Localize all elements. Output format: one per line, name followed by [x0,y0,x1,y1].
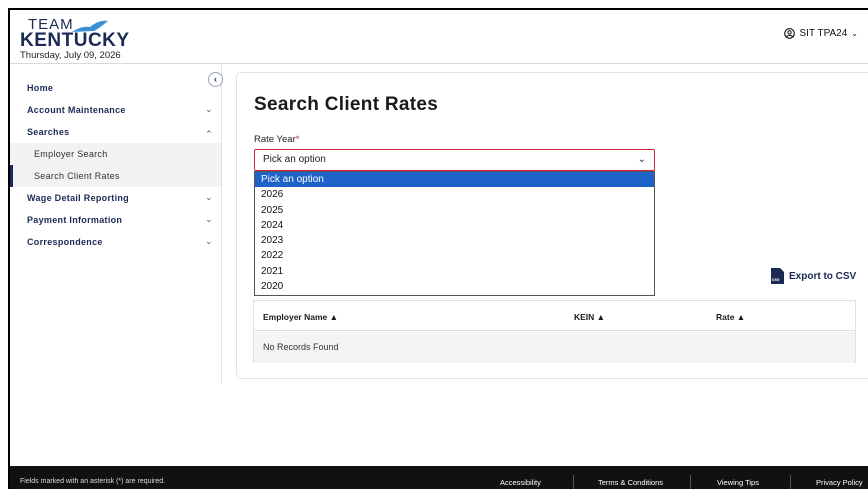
empty-state-text: No Records Found [263,342,339,352]
footer: Fields marked with an asterisk (*) are r… [10,466,868,489]
footer-divider [690,475,691,489]
user-name: SIT TPA24 [799,28,848,39]
rate-year-option[interactable]: 2021 [255,264,654,279]
footer-divider [573,475,574,489]
chevron-down-icon: ⌄ [205,236,213,246]
footer-divider [790,475,791,489]
collapse-sidebar-button[interactable]: ‹ [208,72,223,87]
table-header: Employer Name ▲ KEIN ▲ Rate ▲ [254,301,855,331]
rate-year-option[interactable]: Pick an option [255,172,654,188]
chevron-down-icon: ⌄ [205,192,213,202]
results-table: Employer Name ▲ KEIN ▲ Rate ▲ No Records… [253,300,856,363]
chevron-up-icon: ⌃ [205,129,213,139]
current-date: Thursday, July 09, 2026 [20,50,121,61]
footer-link-accessibility[interactable]: Accessibility [500,478,541,487]
rate-year-option[interactable]: 2025 [255,203,654,218]
sidebar-item-home[interactable]: Home [10,77,221,99]
rate-year-label: Rate Year* [254,134,300,145]
sidebar-item-label: Home [27,83,54,93]
footer-link-privacy-policy[interactable]: Privacy Policy [816,478,863,487]
rate-year-option[interactable]: 2026 [255,187,654,202]
chevron-down-icon: ⌄ [851,29,858,38]
sidebar-item-label: Employer Search [34,149,108,159]
column-header-rate[interactable]: Rate ▲ [716,312,745,322]
sidebar-item-wage-detail-reporting[interactable]: Wage Detail Reporting ⌄ [10,187,221,209]
sidebar-item-label: Wage Detail Reporting [27,193,129,203]
sidebar-item-employer-search[interactable]: Employer Search [10,143,221,165]
sidebar-nav: Home Account Maintenance ⌄ Searches ⌃ Em… [10,65,222,383]
table-row: No Records Found [254,332,855,363]
chevron-down-icon: ⌄ [637,154,646,165]
user-circle-icon [784,28,796,39]
sidebar-item-correspondence[interactable]: Correspondence ⌄ [10,231,221,253]
export-csv-button[interactable]: csv Export to CSV [771,268,856,284]
app-frame: TEAM KENTUCKY Thursday, July 09, 2026 SI… [8,8,868,489]
sidebar-item-search-client-rates[interactable]: Search Client Rates [10,165,221,187]
column-header-employer-name[interactable]: Employer Name ▲ [263,312,338,322]
footer-link-terms[interactable]: Terms & Conditions [598,478,663,487]
chevron-down-icon: ⌄ [205,214,213,224]
sidebar-item-label: Payment Information [27,215,123,225]
rate-year-option[interactable]: 2024 [255,218,654,233]
sidebar-item-label: Correspondence [27,237,103,247]
sidebar-item-payment-information[interactable]: Payment Information ⌄ [10,209,221,231]
sidebar-item-label: Account Maintenance [27,105,126,115]
export-csv-label: Export to CSV [789,270,857,282]
page-title: Search Client Rates [254,94,439,115]
required-fields-note: Fields marked with an asterisk (*) are r… [20,478,166,485]
rate-year-option[interactable]: 2022 [255,248,654,263]
column-header-kein[interactable]: KEIN ▲ [574,312,605,322]
logo-state-text: KENTUCKY [20,30,130,51]
rate-year-selected-value: Pick an option [263,154,326,165]
sidebar-item-searches[interactable]: Searches ⌃ [10,121,221,143]
csv-file-icon: csv [771,268,784,284]
rate-year-option[interactable]: 2020 [255,279,654,294]
rate-year-option[interactable]: 2023 [255,233,654,248]
team-kentucky-logo[interactable]: TEAM KENTUCKY [20,16,140,51]
sidebar-item-label: Searches [27,127,70,137]
sidebar-item-label: Search Client Rates [34,171,120,181]
required-marker: * [295,134,300,145]
chevron-down-icon: ⌄ [205,104,213,114]
rate-year-options-list: Pick an option 2026 2025 2024 2023 2022 … [254,171,655,296]
sidebar-item-account-maintenance[interactable]: Account Maintenance ⌄ [10,99,221,121]
footer-link-viewing-tips[interactable]: Viewing Tips [717,478,759,487]
header: TEAM KENTUCKY Thursday, July 09, 2026 SI… [10,10,868,64]
rate-year-select[interactable]: Pick an option ⌄ [254,149,655,171]
user-menu[interactable]: SIT TPA24 ⌄ [784,28,858,39]
